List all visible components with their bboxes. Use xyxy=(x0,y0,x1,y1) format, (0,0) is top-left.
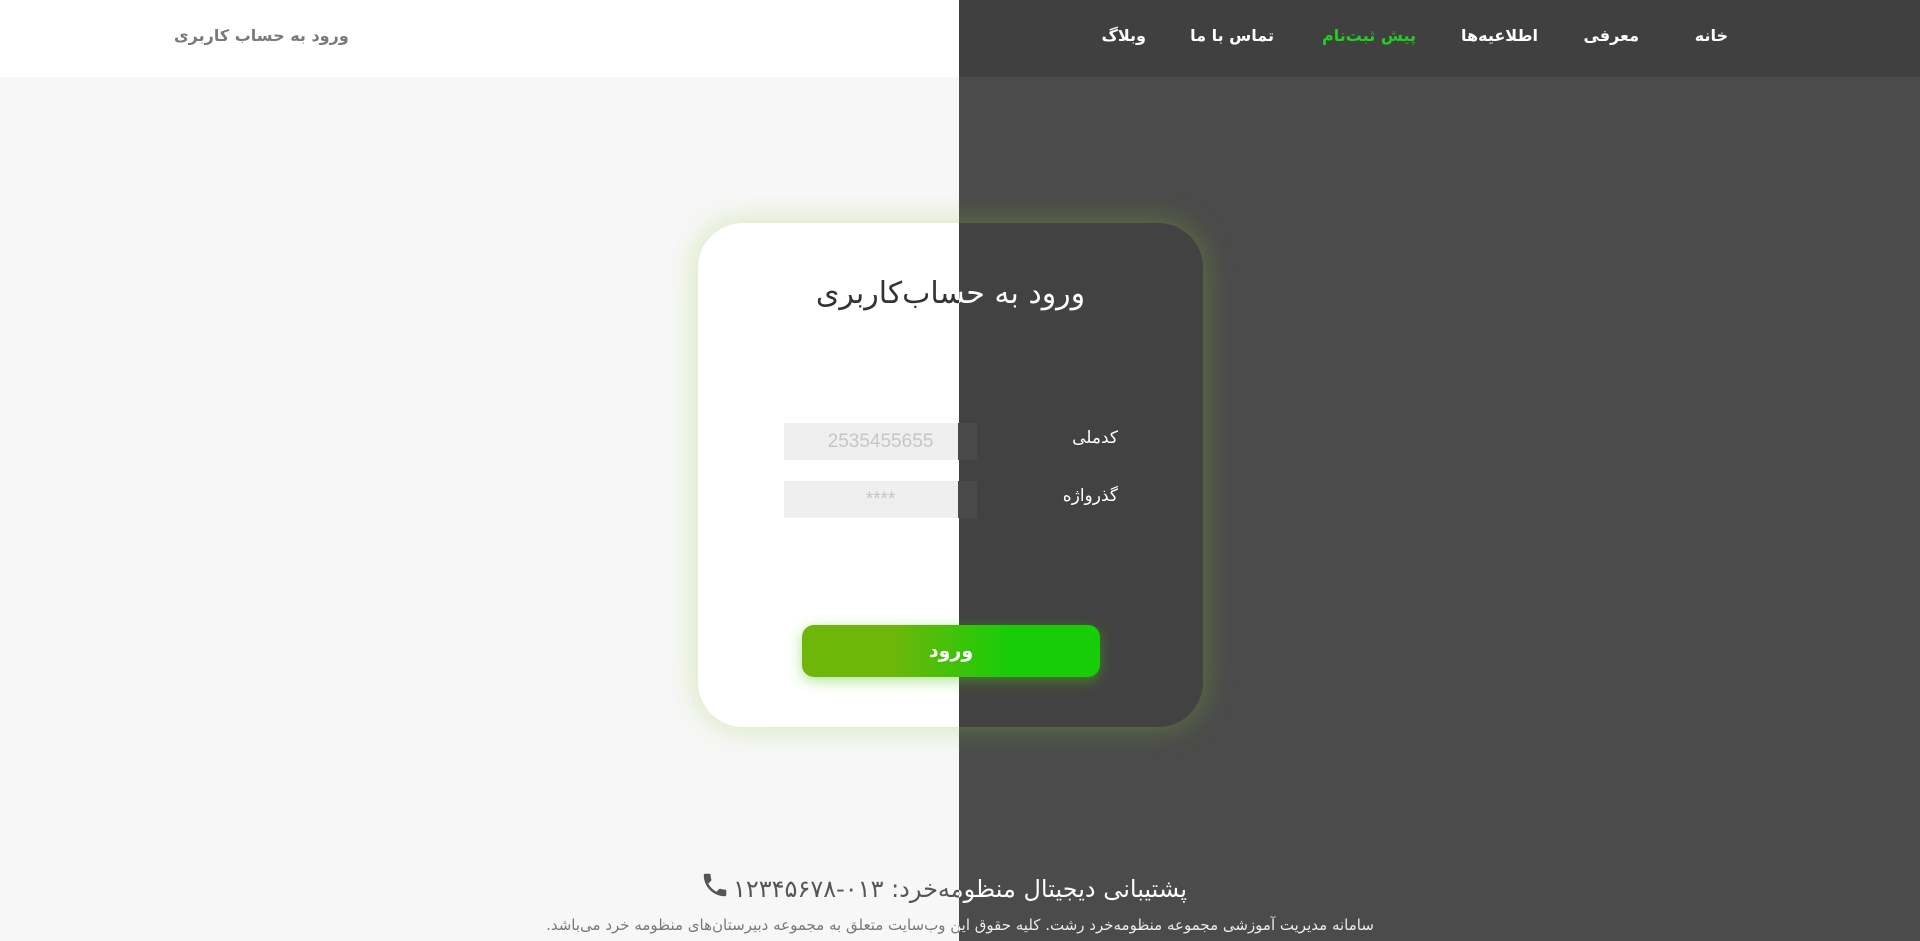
nav-blog[interactable]: وبلاگ xyxy=(1102,26,1146,45)
password-label: گذرواژه xyxy=(1062,486,1118,506)
national-code-label: کدملی xyxy=(1072,428,1118,448)
header-light-half xyxy=(0,0,959,77)
nav-pre-registration[interactable]: پیش ثبت‌نام xyxy=(1322,26,1416,45)
nav-contact-us[interactable]: تماس با ما xyxy=(1190,26,1274,45)
nav-home[interactable]: خانه xyxy=(1695,26,1728,45)
nav-announcements[interactable]: اطلاعیه‌ها xyxy=(1461,26,1538,45)
login-card-title: ورود به حساب‌کاربری xyxy=(698,276,1203,311)
phone-icon xyxy=(703,873,727,897)
login-account-link[interactable]: ورود به حساب کاربری xyxy=(174,26,349,45)
login-button[interactable]: ورود xyxy=(802,625,1100,677)
password-input[interactable] xyxy=(784,481,977,518)
footer-copyright: سامانه مدیریت آموزشی مجموعه منظومه‌خرد ر… xyxy=(0,916,1920,934)
national-code-input[interactable] xyxy=(784,423,977,460)
footer-support-line: پشتیبانی دیجیتال منظومه‌خرد: ۰۱۳-۱۲۳۴۵۶۷… xyxy=(0,875,1920,903)
nav-about[interactable]: معرفی xyxy=(1583,26,1639,45)
